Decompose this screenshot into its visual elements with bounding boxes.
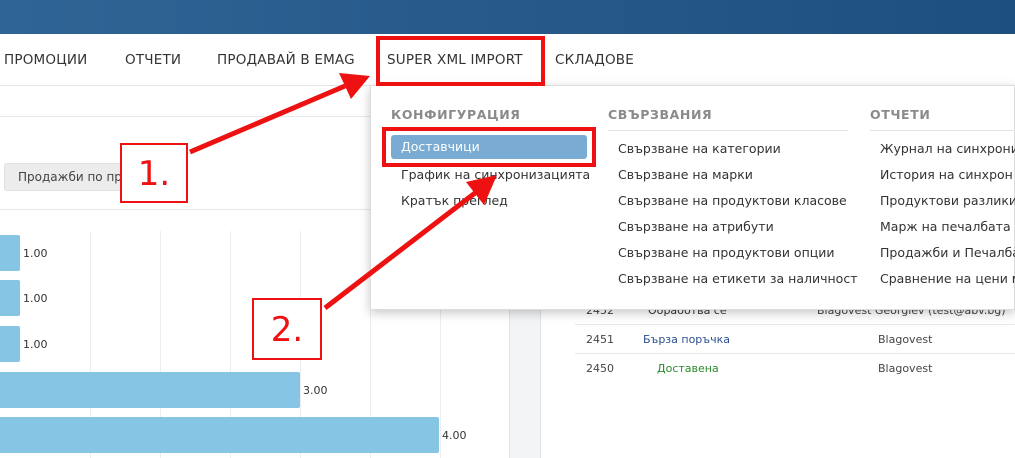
top-header-bar [0, 0, 1015, 34]
menu-item-link-attributes[interactable]: Свързване на атрибути [618, 219, 774, 234]
step-label-1: 1. [120, 143, 188, 203]
bar-value-label: 3.00 [303, 384, 328, 397]
menu-item-sales-profit[interactable]: Продажби и Печалба [880, 245, 1015, 260]
menu-item-link-product-options[interactable]: Свързване на продуктови опции [618, 245, 835, 260]
nav-promotions[interactable]: ПРОМОЦИИ [4, 34, 87, 86]
chart-bar [0, 417, 439, 453]
highlight-box-suppliers [382, 127, 596, 167]
menu-item-link-product-classes[interactable]: Свързване на продуктови класове [618, 193, 847, 208]
menu-item-link-brands[interactable]: Свързване на марки [618, 167, 753, 182]
chart-bar [0, 280, 20, 316]
table-row[interactable]: 2451 Бърза поръчка Blagovest [575, 324, 1015, 353]
order-status: Доставена [657, 362, 719, 375]
table-row[interactable]: 2450 Доставена Blagovest [575, 353, 1015, 382]
step-label-2: 2. [252, 298, 322, 360]
chart-bar [0, 326, 20, 362]
order-id: 2451 [586, 333, 614, 346]
super-xml-dropdown-menu: КОНФИГУРАЦИЯ Доставчици График на синхро… [370, 85, 1015, 310]
order-status[interactable]: Бърза поръчка [643, 333, 730, 346]
menu-item-price-comparison[interactable]: Сравнение на цени ме [880, 271, 1015, 286]
order-customer: Blagovest [878, 333, 933, 346]
menu-item-sync-log[interactable]: Журнал на синхрониз [880, 141, 1015, 156]
order-id: 2450 [586, 362, 614, 375]
chart-bar [0, 372, 300, 408]
menu-item-link-stock-labels[interactable]: Свързване на етикети за наличност [618, 271, 857, 286]
app-window: ПРОМОЦИИ ОТЧЕТИ ПРОДАВАЙ В EMAG SUPER XM… [0, 0, 1015, 458]
order-customer: Blagovest [878, 362, 933, 375]
nav-warehouses[interactable]: СКЛАДОВЕ [555, 34, 634, 86]
nav-sell-emag[interactable]: ПРОДАВАЙ В EMAG [217, 34, 355, 86]
menu-item-link-categories[interactable]: Свързване на категории [618, 141, 781, 156]
bar-value-label: 1.00 [23, 338, 48, 351]
bar-value-label: 1.00 [23, 247, 48, 260]
menu-item-overview[interactable]: Кратък преглед [401, 193, 508, 208]
menu-heading-links: СВЪРЗВАНИЯ [608, 107, 848, 131]
nav-reports[interactable]: ОТЧЕТИ [125, 34, 181, 86]
bar-value-label: 4.00 [442, 429, 467, 442]
highlight-box-super-xml [376, 36, 545, 86]
bar-value-label: 1.00 [23, 292, 48, 305]
chart-bar [0, 235, 20, 271]
menu-item-sync-schedule[interactable]: График на синхронизацията [401, 167, 590, 182]
menu-item-profit-margin[interactable]: Марж на печалбата [880, 219, 1011, 234]
menu-item-sync-history[interactable]: История на синхрон [880, 167, 1013, 182]
menu-item-product-differences[interactable]: Продуктови разлики [880, 193, 1015, 208]
menu-heading-reports: ОТЧЕТИ [870, 107, 1015, 131]
